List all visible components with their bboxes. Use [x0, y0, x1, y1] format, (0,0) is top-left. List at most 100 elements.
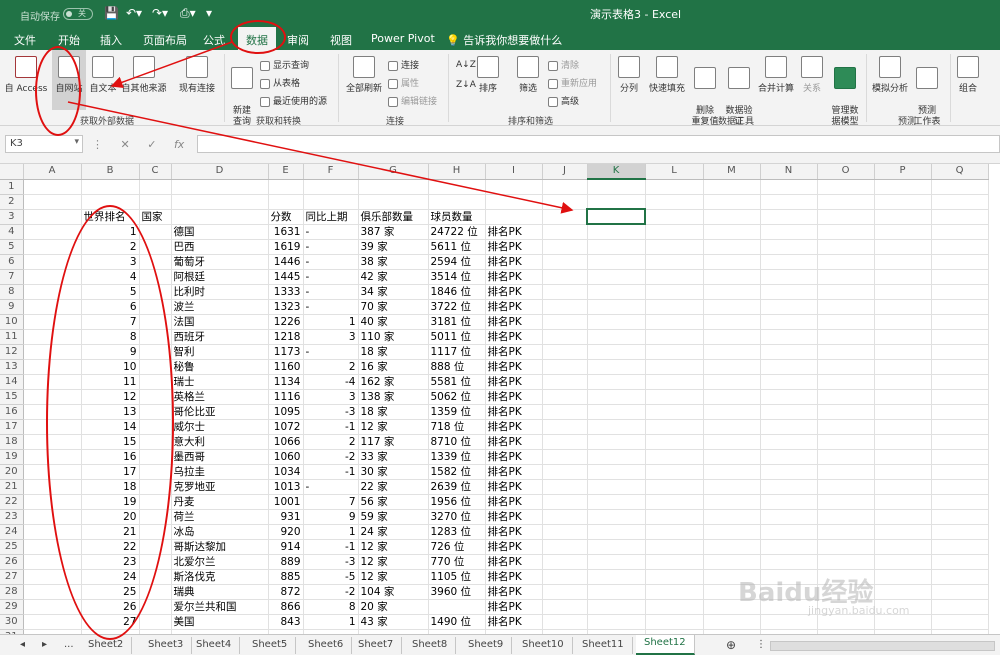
cell-p25[interactable] [874, 539, 932, 555]
cell-f30[interactable]: 1 [303, 614, 359, 630]
column-header-c[interactable]: C [139, 164, 172, 180]
cell-p16[interactable] [874, 404, 932, 420]
cell-h28[interactable]: 3960 位 [428, 584, 486, 600]
cell-e7[interactable]: 1445 [268, 269, 304, 285]
cell-m14[interactable] [703, 374, 761, 390]
cell-n12[interactable] [760, 344, 818, 360]
cell-m26[interactable] [703, 554, 761, 570]
row-header[interactable]: 30 [0, 614, 24, 630]
cell-k7[interactable] [587, 269, 646, 285]
cell-j11[interactable] [542, 329, 588, 345]
cell-p7[interactable] [874, 269, 932, 285]
cell-f21[interactable]: - [303, 479, 359, 495]
cell-d15[interactable]: 英格兰 [171, 389, 269, 405]
cell-d7[interactable]: 阿根廷 [171, 269, 269, 285]
column-header-e[interactable]: E [268, 164, 304, 180]
row-header[interactable]: 3 [0, 209, 24, 225]
cell-k11[interactable] [587, 329, 646, 345]
cell-m12[interactable] [703, 344, 761, 360]
cell-k17[interactable] [587, 419, 646, 435]
cell-o6[interactable] [817, 254, 875, 270]
cell-j14[interactable] [542, 374, 588, 390]
cell-m30[interactable] [703, 614, 761, 630]
cell-h6[interactable]: 2594 位 [428, 254, 486, 270]
row-header[interactable]: 15 [0, 389, 24, 405]
cell-d13[interactable]: 秘鲁 [171, 359, 269, 375]
cell-q23[interactable] [931, 509, 989, 525]
cell-m19[interactable] [703, 449, 761, 465]
cell-j18[interactable] [542, 434, 588, 450]
cell-p6[interactable] [874, 254, 932, 270]
cell-h18[interactable]: 8710 位 [428, 434, 486, 450]
cell-q8[interactable] [931, 284, 989, 300]
tell-me-box[interactable]: 💡 告诉我你想要做什么 [446, 32, 562, 48]
cell-i5[interactable]: 排名PK [485, 239, 543, 255]
cell-q27[interactable] [931, 569, 989, 585]
cell-o1[interactable] [817, 179, 875, 195]
cell-k8[interactable] [587, 284, 646, 300]
cell-q28[interactable] [931, 584, 989, 600]
cell-e25[interactable]: 914 [268, 539, 304, 555]
reapply-button[interactable]: 重新应用 [548, 76, 597, 89]
cell-i23[interactable]: 排名PK [485, 509, 543, 525]
column-header-l[interactable]: L [645, 164, 704, 180]
cell-f4[interactable]: - [303, 224, 359, 240]
row-header[interactable]: 24 [0, 524, 24, 540]
column-header-m[interactable]: M [703, 164, 761, 180]
cell-f2[interactable] [303, 194, 359, 210]
cell-i25[interactable]: 排名PK [485, 539, 543, 555]
cell-e29[interactable]: 866 [268, 599, 304, 615]
cell-k9[interactable] [587, 299, 646, 315]
cell-c1[interactable] [139, 179, 172, 195]
cell-f16[interactable]: -3 [303, 404, 359, 420]
cell-k21[interactable] [587, 479, 646, 495]
cell-p21[interactable] [874, 479, 932, 495]
cell-c2[interactable] [139, 194, 172, 210]
column-header-q[interactable]: Q [931, 164, 989, 180]
cell-i3[interactable] [485, 209, 543, 225]
cell-g15[interactable]: 138 家 [358, 389, 429, 405]
cell-i22[interactable]: 排名PK [485, 494, 543, 510]
cell-j4[interactable] [542, 224, 588, 240]
cell-q16[interactable] [931, 404, 989, 420]
row-header[interactable]: 23 [0, 509, 24, 525]
cell-a1[interactable] [23, 179, 82, 195]
cell-h2[interactable] [428, 194, 486, 210]
existing-connections-button[interactable]: 现有连接 [174, 56, 220, 95]
cell-a29[interactable] [23, 599, 82, 615]
cell-f29[interactable]: 8 [303, 599, 359, 615]
cell-i11[interactable]: 排名PK [485, 329, 543, 345]
cell-k20[interactable] [587, 464, 646, 480]
cell-n11[interactable] [760, 329, 818, 345]
row-header[interactable]: 25 [0, 539, 24, 555]
cell-i9[interactable]: 排名PK [485, 299, 543, 315]
column-header-i[interactable]: I [485, 164, 543, 180]
cell-l7[interactable] [645, 269, 704, 285]
row-header[interactable]: 19 [0, 449, 24, 465]
cell-q2[interactable] [931, 194, 989, 210]
cell-o21[interactable] [817, 479, 875, 495]
cell-d25[interactable]: 哥斯达黎加 [171, 539, 269, 555]
cell-o4[interactable] [817, 224, 875, 240]
cell-f24[interactable]: 1 [303, 524, 359, 540]
cell-e14[interactable]: 1134 [268, 374, 304, 390]
column-header-o[interactable]: O [817, 164, 875, 180]
cell-o17[interactable] [817, 419, 875, 435]
cell-j25[interactable] [542, 539, 588, 555]
cell-q21[interactable] [931, 479, 989, 495]
cell-j26[interactable] [542, 554, 588, 570]
cell-d30[interactable]: 美国 [171, 614, 269, 630]
cell-m15[interactable] [703, 389, 761, 405]
cell-e3[interactable]: 分数 [268, 209, 304, 225]
cell-j2[interactable] [542, 194, 588, 210]
cell-k26[interactable] [587, 554, 646, 570]
cell-f25[interactable]: -1 [303, 539, 359, 555]
cell-i4[interactable]: 排名PK [485, 224, 543, 240]
cell-k28[interactable] [587, 584, 646, 600]
cell-h4[interactable]: 24722 位 [428, 224, 486, 240]
text-to-columns-button[interactable]: 分列 [614, 56, 644, 95]
cell-k25[interactable] [587, 539, 646, 555]
cell-h3[interactable]: 球员数量 [428, 209, 486, 225]
cell-g3[interactable]: 俱乐部数量 [358, 209, 429, 225]
cell-i30[interactable]: 排名PK [485, 614, 543, 630]
